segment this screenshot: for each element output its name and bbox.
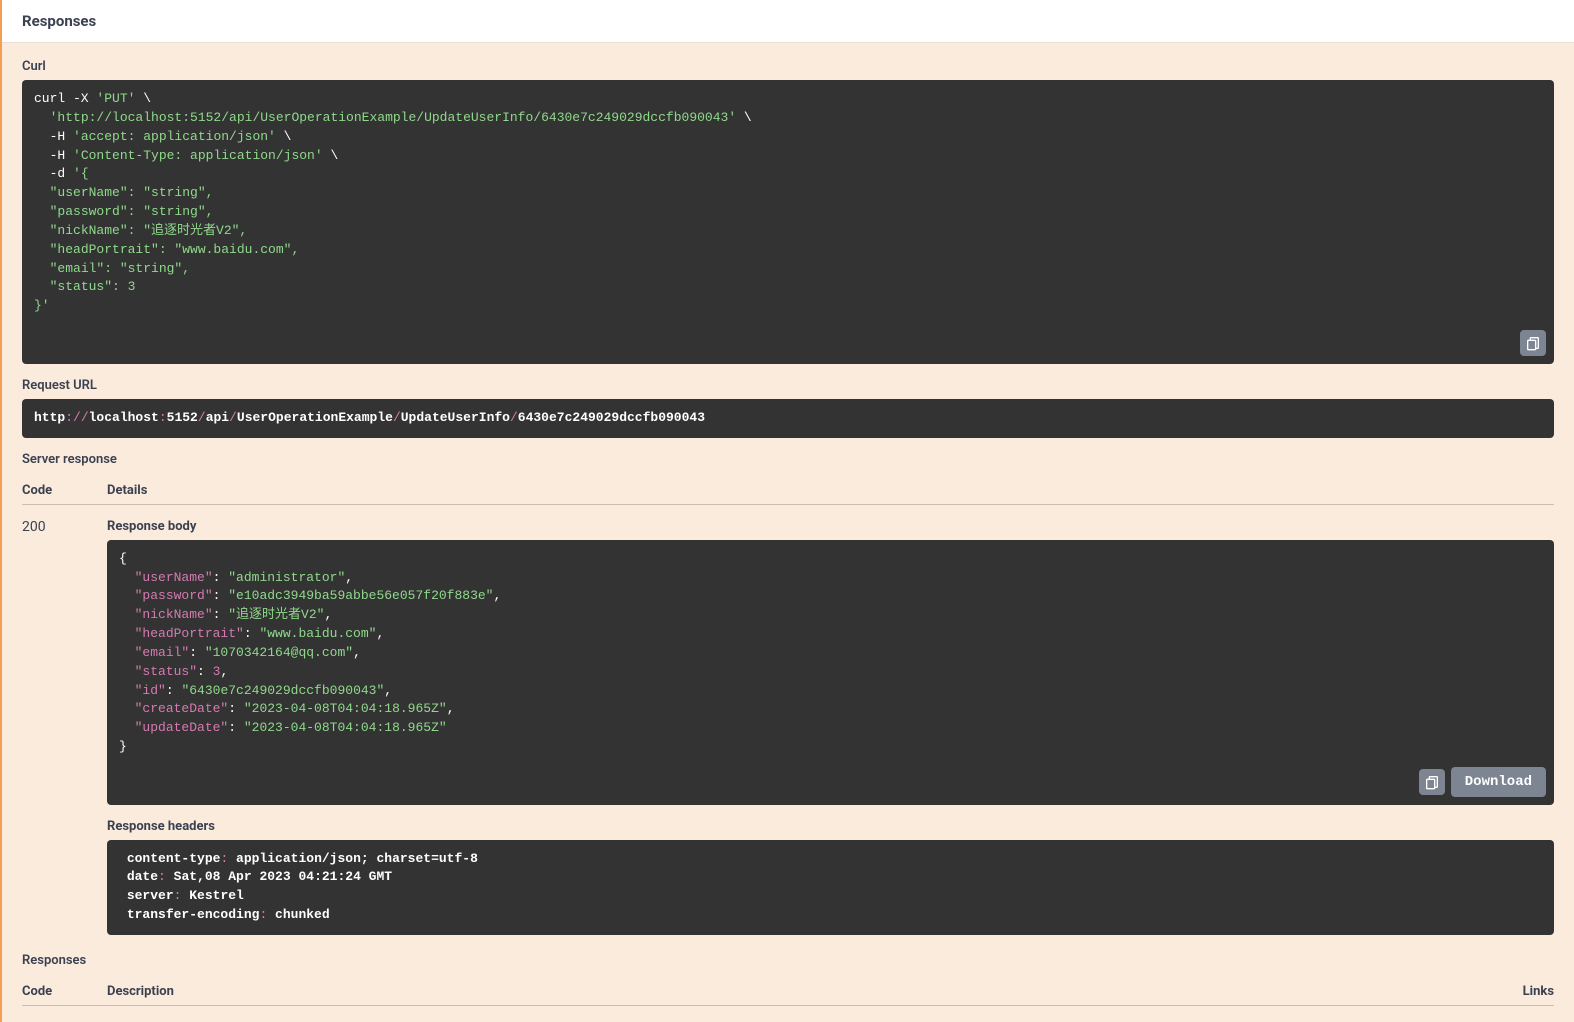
download-button[interactable]: Download [1451, 767, 1546, 797]
responses-title: Responses [22, 12, 1554, 30]
responses-content: Curl curl -X 'PUT' \ 'http://localhost:5… [2, 43, 1574, 1022]
request-url-codebox[interactable]: http://localhost:5152/api/UserOperationE… [22, 399, 1554, 438]
server-response-table-head: Code Details [22, 473, 1554, 505]
response-row: 200 Response body { "userName": "adminis… [22, 505, 1554, 935]
col-code-header: Code [22, 483, 107, 498]
col-links-header: Links [1474, 984, 1554, 999]
responses-section-label: Responses [22, 953, 1554, 968]
server-response-label: Server response [22, 452, 1554, 467]
responses-table-head: Code Description Links [22, 974, 1554, 1006]
curl-label: Curl [22, 59, 1554, 74]
col-description-header: Description [107, 984, 1474, 999]
response-body-buttons: Download [1419, 767, 1546, 797]
response-headers-codebox[interactable]: content-type: application/json; charset=… [107, 840, 1554, 935]
clipboard-icon [1424, 774, 1440, 790]
clipboard-icon [1525, 335, 1541, 351]
col-code-header-2: Code [22, 984, 107, 999]
copy-response-button[interactable] [1419, 769, 1445, 795]
response-body-label: Response body [107, 519, 1554, 534]
status-code: 200 [22, 519, 107, 935]
response-details: Response body { "userName": "administrat… [107, 519, 1554, 935]
request-url-label: Request URL [22, 378, 1554, 393]
responses-header: Responses [2, 0, 1574, 43]
copy-curl-button[interactable] [1520, 330, 1546, 356]
curl-codebox[interactable]: curl -X 'PUT' \ 'http://localhost:5152/a… [22, 80, 1554, 364]
col-details-header: Details [107, 483, 1554, 498]
swagger-operation-panel: Responses Curl curl -X 'PUT' \ 'http://l… [0, 0, 1574, 1022]
response-body-codebox[interactable]: { "userName": "administrator", "password… [107, 540, 1554, 805]
response-headers-label: Response headers [107, 819, 1554, 834]
